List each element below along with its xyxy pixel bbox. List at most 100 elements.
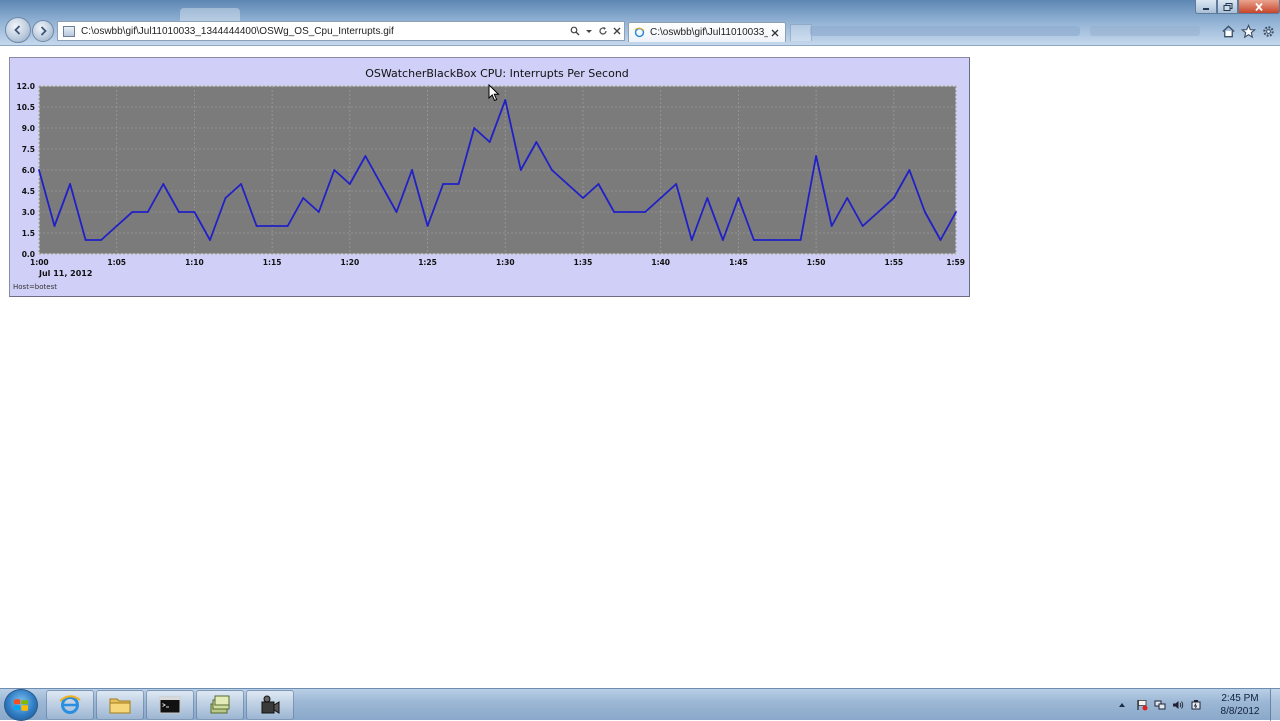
y-tick-label: 6.0	[22, 166, 35, 175]
data-point	[100, 239, 103, 241]
chart-footnote: Host=botest	[13, 283, 57, 291]
address-dropdown-button[interactable]	[582, 24, 595, 38]
data-point	[721, 239, 724, 241]
window-close-button[interactable]	[1238, 0, 1280, 14]
data-point	[69, 183, 71, 185]
chevron-down-icon	[585, 30, 592, 33]
back-button[interactable]	[5, 17, 31, 43]
star-icon	[1240, 23, 1256, 38]
data-point	[333, 169, 336, 171]
tray-action-center[interactable]	[1135, 698, 1149, 712]
refresh-button[interactable]	[596, 24, 609, 38]
favorites-button[interactable]	[1240, 23, 1256, 39]
flag-icon	[1137, 700, 1148, 711]
x-tick-label: 1:20	[341, 258, 360, 267]
internet-explorer-icon	[634, 27, 645, 38]
page-content: OSWatcherBlackBox CPU: Interrupts Per Se…	[0, 46, 1280, 688]
stacked-windows-icon	[210, 695, 230, 714]
show-desktop-button[interactable]	[1270, 689, 1280, 721]
tab-strip-empty	[810, 26, 1080, 36]
home-icon	[1221, 24, 1235, 37]
data-point	[348, 183, 351, 185]
taskbar-camera-recorder[interactable]	[246, 690, 294, 720]
mouse-cursor-icon	[488, 84, 500, 102]
taskbar-stacked-windows[interactable]	[196, 690, 244, 720]
taskbar-windows-explorer[interactable]	[96, 690, 144, 720]
data-point	[861, 225, 864, 227]
restore-icon	[1223, 2, 1232, 11]
x-tick-label: 1:00	[30, 258, 49, 267]
tab-title: C:\oswbb\gif\Jul11010033_...	[650, 27, 768, 38]
chart-date-label: Jul 11, 2012	[38, 269, 92, 278]
data-point	[675, 183, 678, 185]
taskbar-internet-explorer[interactable]	[46, 690, 94, 720]
data-point	[784, 239, 786, 241]
x-tick-label: 1:30	[496, 258, 515, 267]
data-point	[753, 239, 755, 241]
x-axis-ticks: 1:00 1:05 1:10 1:15 1:20 1:25 1:30 1:35 1:40 1:45…	[30, 258, 965, 267]
taskbar: 2:45 PM 8/8/2012	[0, 688, 1280, 721]
chevron-up-icon	[1119, 703, 1125, 707]
system-clock[interactable]: 2:45 PM 8/8/2012	[1212, 692, 1268, 718]
data-point	[255, 225, 258, 227]
address-text[interactable]: C:\oswbb\gif\Jul11010033_1344444400\OSWg…	[81, 26, 568, 37]
data-point	[488, 141, 491, 143]
explorer-folder-icon	[109, 698, 131, 714]
data-point	[38, 169, 40, 171]
tab-strip-empty-right	[1090, 26, 1200, 36]
taskbar-command-prompt[interactable]	[146, 690, 194, 720]
data-point	[644, 211, 647, 213]
arrow-right-icon	[40, 26, 47, 36]
data-point	[924, 211, 926, 213]
tray-expand-button[interactable]	[1115, 698, 1129, 712]
data-point	[193, 211, 196, 213]
data-point	[146, 211, 149, 213]
data-point	[240, 183, 242, 185]
y-tick-label: 10.5	[16, 103, 35, 112]
data-point	[411, 169, 413, 171]
data-point	[224, 197, 227, 199]
internet-explorer-icon	[59, 695, 81, 714]
data-point	[566, 183, 569, 185]
maximize-button[interactable]	[1217, 0, 1238, 14]
data-point	[364, 155, 367, 157]
new-tab-button[interactable]	[790, 24, 812, 41]
x-tick-label: 1:40	[651, 258, 670, 267]
y-tick-label: 1.5	[22, 229, 35, 238]
speaker-icon	[1173, 701, 1184, 709]
tab-active[interactable]: C:\oswbb\gif\Jul11010033_...	[628, 22, 786, 42]
close-icon	[771, 29, 779, 36]
data-point	[613, 211, 615, 213]
page-icon	[63, 25, 75, 37]
x-tick-label: 1:25	[418, 258, 437, 267]
data-point	[550, 169, 553, 171]
tray-volume[interactable]	[1171, 698, 1185, 712]
minimize-icon	[1203, 7, 1209, 10]
stop-button[interactable]	[610, 24, 623, 38]
address-bar[interactable]: C:\oswbb\gif\Jul11010033_1344444400\OSWg…	[57, 21, 625, 41]
clock-date: 8/8/2012	[1220, 706, 1260, 717]
y-tick-label: 9.0	[22, 124, 35, 133]
y-tick-label: 12.0	[16, 82, 35, 91]
minimize-button[interactable]	[1195, 0, 1217, 14]
search-button[interactable]	[568, 24, 581, 38]
x-tick-label: 1:35	[574, 258, 593, 267]
data-point	[799, 239, 802, 241]
arrow-left-icon	[14, 25, 21, 35]
x-tick-label: 1:15	[263, 258, 282, 267]
x-tick-label: 1:45	[729, 258, 748, 267]
tab-close-button[interactable]	[768, 26, 782, 40]
tray-network[interactable]	[1153, 698, 1167, 712]
chart-title: OSWatcherBlackBox CPU: Interrupts Per Se…	[365, 67, 629, 80]
forward-button[interactable]	[32, 20, 54, 42]
tray-power[interactable]	[1189, 698, 1203, 712]
home-button[interactable]	[1220, 23, 1236, 39]
data-point	[271, 225, 274, 227]
y-tick-label: 3.0	[22, 208, 35, 217]
start-button[interactable]	[4, 689, 38, 721]
refresh-icon	[598, 26, 607, 35]
data-point	[939, 239, 942, 241]
tools-button[interactable]	[1260, 23, 1276, 39]
x-tick-label: 1:05	[107, 258, 126, 267]
x-tick-label: 1:59	[946, 258, 965, 267]
